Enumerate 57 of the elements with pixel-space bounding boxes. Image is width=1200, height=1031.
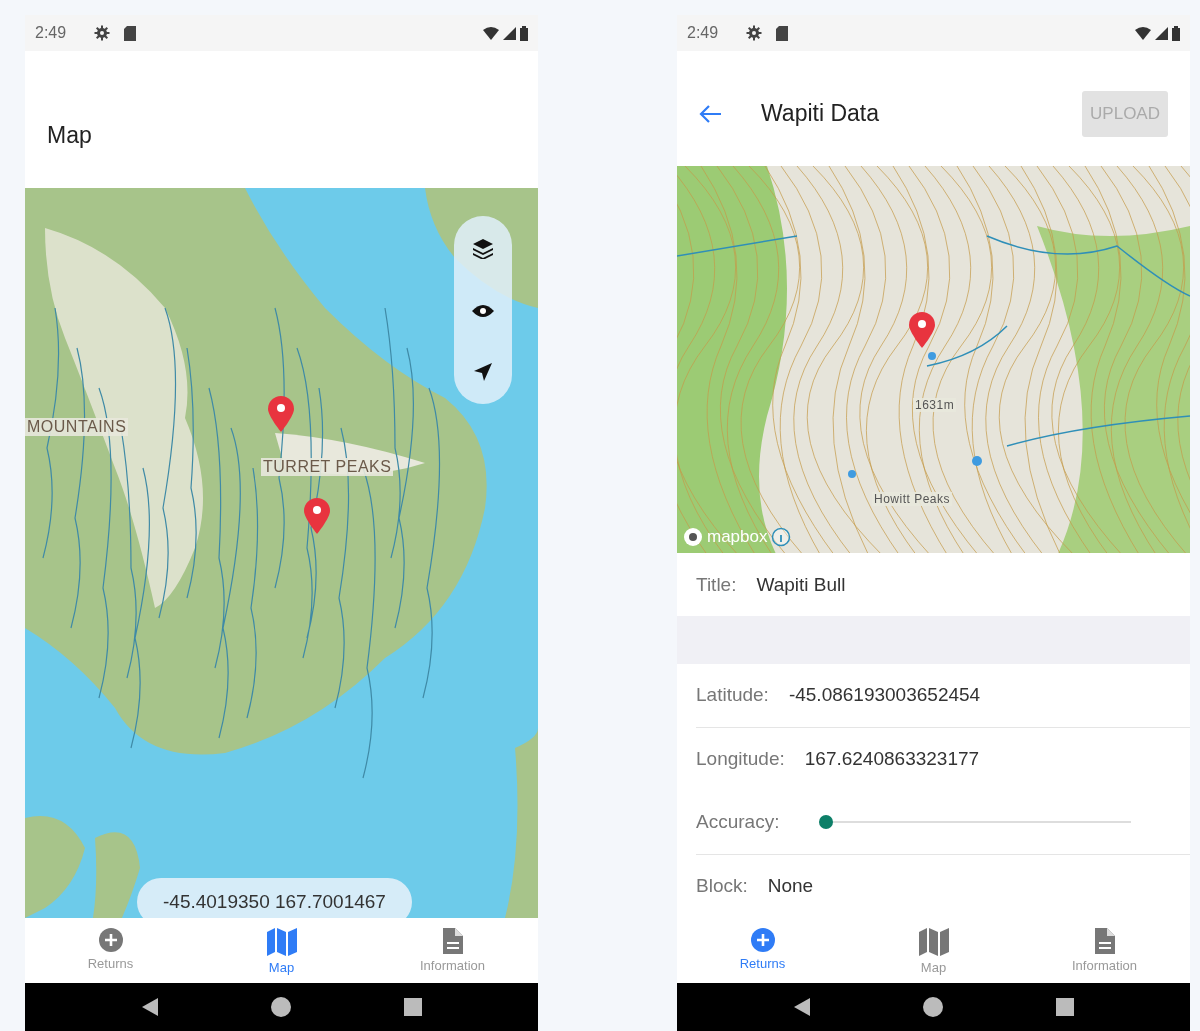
field-label: Latitude:: [696, 684, 769, 707]
screen-title: Map: [47, 122, 93, 149]
nav-tab[interactable]: Returns: [25, 918, 196, 983]
add-circle-icon: [750, 928, 775, 952]
navigation-arrow-icon[interactable]: [474, 363, 492, 382]
home-circle-icon[interactable]: [922, 997, 943, 1017]
map-label: Howitt Peaks: [872, 492, 953, 506]
status-time: 2:49: [35, 24, 67, 42]
document-icon: [1094, 928, 1115, 954]
map-pin-icon[interactable]: [268, 396, 294, 432]
field-value: -45.086193003652454: [788, 684, 981, 707]
document-icon: [442, 928, 463, 954]
back-triangle-icon[interactable]: [793, 998, 810, 1016]
sd-card-icon: [124, 25, 137, 41]
map-icon: [918, 928, 949, 956]
map-label: MOUNTAINS: [25, 418, 129, 436]
nav-tab[interactable]: Returns: [677, 918, 848, 983]
field-label: Longitude:: [696, 747, 785, 770]
gear-icon: [94, 25, 111, 41]
nav-tab[interactable]: Information: [1019, 918, 1190, 983]
recents-square-icon[interactable]: [403, 998, 422, 1016]
map-pin-icon[interactable]: [304, 498, 330, 534]
signal-icon: [503, 26, 516, 40]
nav-tab[interactable]: Map: [196, 918, 367, 983]
back-arrow-icon[interactable]: [699, 104, 721, 123]
field-label: Title:: [696, 573, 737, 596]
nav-tab[interactable]: Map: [848, 918, 1019, 983]
eye-icon[interactable]: [472, 304, 494, 318]
signal-icon: [1155, 26, 1168, 40]
recents-square-icon[interactable]: [1055, 998, 1074, 1016]
field-label: Accuracy:: [696, 811, 780, 834]
sd-card-icon: [776, 25, 789, 41]
info-icon[interactable]: [771, 526, 792, 547]
nav-tab[interactable]: Information: [367, 918, 538, 983]
battery-icon: [1172, 25, 1180, 41]
back-triangle-icon[interactable]: [141, 998, 158, 1016]
screen-title: Wapiti Data: [761, 100, 881, 127]
map-icon: [266, 928, 297, 956]
status-time: 2:49: [687, 24, 719, 42]
map-pin-icon[interactable]: [909, 312, 935, 348]
gear-icon: [746, 25, 763, 41]
map-attribution[interactable]: mapbox: [707, 526, 768, 547]
wifi-icon: [483, 26, 499, 40]
map-label: TURRET PEAKS: [261, 458, 394, 476]
field-value: Wapiti Bull: [756, 573, 846, 596]
battery-icon: [520, 25, 528, 41]
layers-icon[interactable]: [473, 238, 493, 259]
field-value: None: [767, 875, 814, 898]
coordinates-label: -45.4019350 167.7001467: [137, 878, 412, 918]
mapbox-logo-icon: [683, 526, 703, 547]
add-circle-icon: [98, 928, 123, 952]
map-label: 1631m: [913, 398, 957, 412]
slider-thumb[interactable]: [819, 815, 834, 830]
home-circle-icon[interactable]: [270, 997, 291, 1017]
field-value: 167.6240863323177: [804, 747, 980, 770]
field-label: Block:: [696, 875, 748, 898]
wifi-icon: [1135, 26, 1151, 40]
